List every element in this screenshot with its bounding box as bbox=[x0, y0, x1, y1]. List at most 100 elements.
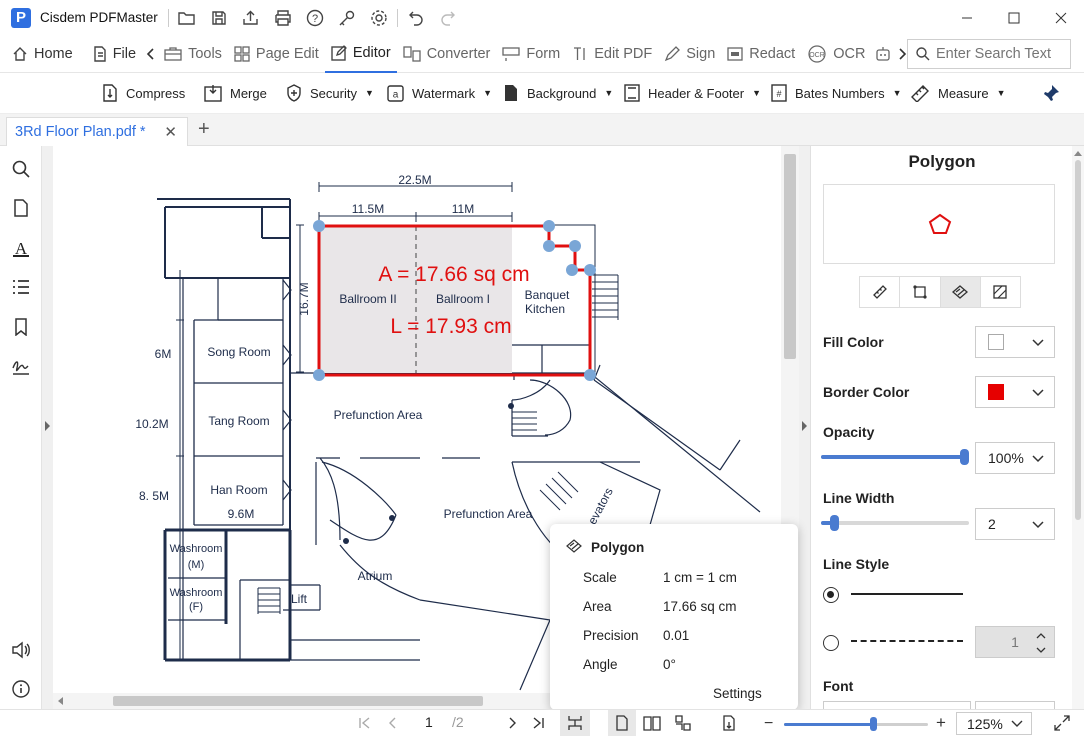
bates-numbers-dropdown[interactable]: # Bates Numbers ▼ bbox=[771, 73, 902, 114]
font-size-dropdown[interactable] bbox=[975, 701, 1055, 709]
opacity-dropdown[interactable]: 100% bbox=[975, 442, 1055, 474]
share-icon[interactable] bbox=[235, 2, 267, 34]
dash-spinner[interactable]: 1 bbox=[975, 626, 1055, 658]
background-dropdown[interactable]: Background ▼ bbox=[503, 73, 613, 114]
fill-color-dropdown[interactable] bbox=[975, 326, 1055, 358]
menu-sign[interactable]: Sign bbox=[658, 35, 721, 73]
compress-button[interactable]: Compress bbox=[102, 73, 185, 114]
redo-icon[interactable] bbox=[432, 2, 464, 34]
horizontal-scroll-thumb[interactable] bbox=[113, 696, 483, 706]
settings-link[interactable]: Settings bbox=[713, 686, 762, 701]
menu-page-edit[interactable]: Page Edit bbox=[228, 35, 325, 73]
dashed-line-radio[interactable] bbox=[823, 635, 839, 651]
polygon-handle[interactable] bbox=[584, 264, 596, 276]
line-width-slider-knob[interactable] bbox=[829, 515, 839, 531]
key-icon[interactable] bbox=[331, 2, 363, 34]
menu-ocr[interactable]: OCR OCR bbox=[801, 35, 871, 73]
signature-icon[interactable] bbox=[10, 356, 32, 378]
extract-page-icon[interactable] bbox=[722, 715, 736, 731]
distance-tool-button[interactable] bbox=[860, 277, 901, 307]
polygon-handle[interactable] bbox=[313, 369, 325, 381]
print-icon[interactable] bbox=[267, 2, 299, 34]
zoom-out-icon[interactable]: − bbox=[764, 715, 773, 733]
single-page-view-icon[interactable] bbox=[608, 710, 636, 736]
document-tab[interactable]: 3Rd Floor Plan.pdf * ✕ bbox=[6, 117, 188, 146]
menu-redact[interactable]: Redact bbox=[721, 35, 801, 73]
polygon-handle[interactable] bbox=[543, 220, 555, 232]
undo-icon[interactable] bbox=[400, 2, 432, 34]
pin-icon[interactable] bbox=[1042, 73, 1060, 114]
line-width-dropdown[interactable]: 2 bbox=[975, 508, 1055, 540]
search-box[interactable] bbox=[907, 39, 1071, 69]
length-annotation[interactable]: L = 17.93 cm bbox=[390, 315, 511, 338]
minimize-button[interactable] bbox=[943, 0, 990, 35]
opacity-slider-knob[interactable] bbox=[960, 449, 969, 465]
right-collapse-handle[interactable] bbox=[799, 146, 810, 709]
perimeter-tool-button[interactable] bbox=[900, 277, 941, 307]
speaker-icon[interactable] bbox=[10, 639, 32, 661]
search-icon[interactable] bbox=[10, 158, 32, 180]
watermark-dropdown[interactable]: a Watermark ▼ bbox=[387, 73, 492, 114]
security-dropdown[interactable]: Security ▼ bbox=[286, 73, 374, 114]
fullscreen-icon[interactable] bbox=[1054, 715, 1070, 731]
vertical-scroll-thumb[interactable] bbox=[784, 154, 796, 359]
panel-scrollbar[interactable] bbox=[1072, 146, 1084, 709]
zoom-slider[interactable] bbox=[784, 717, 928, 731]
scroll-up-arrow-icon[interactable] bbox=[1074, 150, 1082, 156]
outline-list-icon[interactable] bbox=[10, 276, 32, 298]
menu-edit-pdf[interactable]: Edit PDF bbox=[566, 35, 658, 73]
fit-page-icon[interactable] bbox=[560, 710, 590, 736]
area-tool-button[interactable] bbox=[940, 277, 981, 307]
spinner-arrows-icon[interactable] bbox=[1036, 631, 1046, 655]
menu-home[interactable]: Home bbox=[0, 35, 79, 73]
left-collapse-handle[interactable] bbox=[42, 146, 53, 709]
polygon-handle[interactable] bbox=[543, 240, 555, 252]
first-page-icon[interactable] bbox=[358, 717, 370, 729]
page-thumbnail-icon[interactable] bbox=[10, 197, 32, 219]
help-icon[interactable]: ? bbox=[299, 2, 331, 34]
opacity-slider[interactable] bbox=[821, 449, 969, 465]
settings-icon[interactable] bbox=[363, 2, 395, 34]
menu-tools[interactable]: Tools bbox=[158, 35, 228, 73]
save-icon[interactable] bbox=[203, 2, 235, 34]
info-icon[interactable] bbox=[10, 678, 32, 700]
prev-page-icon[interactable] bbox=[387, 717, 397, 729]
panel-scroll-thumb[interactable] bbox=[1075, 160, 1081, 520]
menu-editor[interactable]: Editor bbox=[324, 35, 397, 73]
scroll-left-arrow-icon[interactable] bbox=[57, 697, 64, 705]
zoom-dropdown[interactable]: 125% bbox=[956, 712, 1032, 735]
area-annotation[interactable]: A = 17.66 sq cm bbox=[378, 263, 529, 286]
line-width-slider[interactable] bbox=[821, 515, 969, 531]
border-color-dropdown[interactable] bbox=[975, 376, 1055, 408]
menu-scroll-left[interactable] bbox=[142, 35, 158, 73]
polygon-handle[interactable] bbox=[313, 220, 325, 232]
solid-line-radio[interactable] bbox=[823, 587, 839, 603]
last-page-icon[interactable] bbox=[533, 717, 545, 729]
polygon-handle[interactable] bbox=[569, 240, 581, 252]
close-window-button[interactable] bbox=[1037, 0, 1084, 35]
new-tab-button[interactable]: + bbox=[198, 118, 210, 141]
robot-icon[interactable] bbox=[871, 35, 895, 73]
polygon-handle[interactable] bbox=[566, 264, 578, 276]
merge-button[interactable]: Merge bbox=[204, 73, 267, 114]
two-page-view-icon[interactable] bbox=[643, 715, 661, 731]
rectangle-area-tool-button[interactable] bbox=[981, 277, 1020, 307]
polygon-handle[interactable] bbox=[584, 369, 596, 381]
next-page-icon[interactable] bbox=[508, 717, 518, 729]
menu-file[interactable]: File bbox=[87, 35, 142, 73]
open-folder-icon[interactable] bbox=[171, 2, 203, 34]
header-footer-dropdown[interactable]: Header & Footer ▼ bbox=[624, 73, 761, 114]
bookmark-icon[interactable] bbox=[10, 316, 32, 338]
maximize-button[interactable] bbox=[990, 0, 1037, 35]
scroll-view-icon[interactable] bbox=[674, 715, 692, 731]
zoom-in-icon[interactable]: + bbox=[936, 713, 946, 733]
zoom-slider-knob[interactable] bbox=[869, 717, 877, 731]
text-icon[interactable]: A bbox=[10, 237, 32, 259]
menu-form[interactable]: Form bbox=[496, 35, 566, 73]
current-page[interactable]: 1 bbox=[425, 714, 433, 730]
search-input[interactable] bbox=[936, 46, 1066, 62]
menu-converter[interactable]: Converter bbox=[397, 35, 497, 73]
measure-dropdown[interactable]: Measure ▼ bbox=[910, 73, 1006, 114]
close-tab-icon[interactable]: ✕ bbox=[164, 123, 177, 141]
font-family-dropdown[interactable] bbox=[823, 701, 971, 709]
